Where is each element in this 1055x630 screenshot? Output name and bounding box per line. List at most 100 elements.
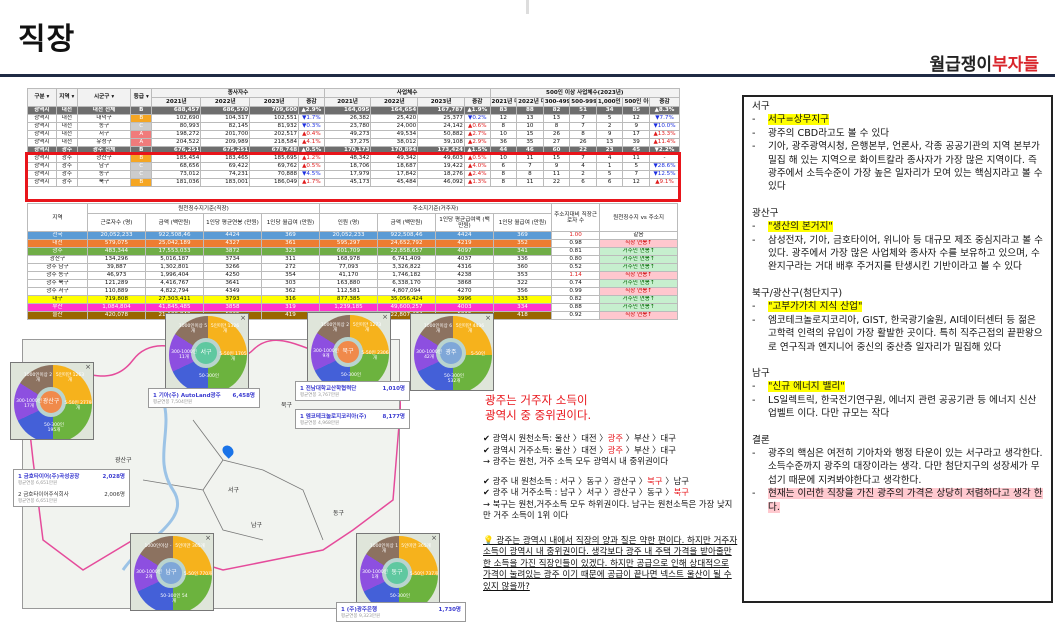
pie-segment-label: 1000인이상 6개: [423, 324, 453, 334]
window-marker: [526, 0, 529, 14]
table-row: 대전 579,075 25,042,189 4327 361 595,297 24,652,…: [27, 239, 679, 248]
company-box[interactable]: 1 금호타이어(주)곡성공장 2,028명 평균연봉 6,651만원 2 금호타이어주…: [13, 469, 130, 507]
table-cell: 26: [569, 138, 597, 147]
column-header[interactable]: 증감: [464, 97, 491, 107]
text: -: [752, 127, 756, 139]
pie-segment-label: 5-50인 2306개: [361, 351, 389, 361]
table-cell: 102,551: [249, 114, 300, 123]
column-header[interactable]: 등급 ▾: [130, 88, 153, 107]
table-cell: 대덕구: [76, 114, 132, 123]
table-cell: 15: [516, 130, 544, 139]
text: -: [752, 234, 756, 246]
table-cell: 595,297: [319, 239, 378, 248]
grade-badge: B: [130, 114, 153, 123]
table-cell: 316: [261, 295, 320, 304]
column-header[interactable]: 500-999: [569, 97, 597, 107]
table-cell: 대전: [27, 239, 88, 248]
pie-segment-label: 300-1000인 42개: [416, 350, 442, 360]
company-box[interactable]: 1 전남대학교산학협력단 1,010명 평균연봉 3,767만원: [295, 381, 410, 401]
text: -: [752, 114, 756, 126]
gwangju-highlight-box: [25, 152, 681, 202]
close-icon[interactable]: ×: [205, 534, 211, 542]
table-cell: 164,654: [370, 106, 419, 115]
close-icon[interactable]: ×: [431, 534, 437, 542]
table-cell: 3,326,822: [377, 263, 436, 272]
header-group-row: 구분 ▾ 지역 ▾ 시군구 ▾ 등급 ▾ 종사자수 사업체수 500인 이상 사업체수(20…: [27, 88, 681, 107]
column-header[interactable]: 500인 이상: [622, 97, 651, 107]
table-cell: 49,534: [370, 130, 419, 139]
table-cell: 24,000: [370, 122, 419, 131]
text: 서구: [752, 101, 770, 112]
column-header[interactable]: 2023년: [249, 97, 300, 107]
table-cell: 7: [569, 114, 597, 123]
text: -: [752, 381, 756, 393]
pie-segment-label: 5-50인: [470, 352, 486, 357]
table-cell: 36: [489, 138, 518, 147]
close-icon[interactable]: ×: [240, 314, 246, 322]
column-header[interactable]: 2021년: [151, 97, 202, 107]
table-cell: ▲2.9%: [298, 106, 325, 115]
text: -: [752, 301, 756, 313]
column-header[interactable]: 2023년: [417, 97, 465, 107]
column-header[interactable]: 2021년: [323, 97, 372, 107]
column-header: 1인당 평균급여액 (백만원): [435, 213, 494, 232]
table-cell: 6,741,409: [377, 255, 436, 264]
company-box[interactable]: 1 기아(주) AutoLand광주 6,458명 평균연봉 7,504만원: [148, 388, 260, 408]
table-cell: 35,056,424: [377, 295, 436, 304]
column-header[interactable]: 2021년 대기: [489, 97, 518, 107]
table-cell: ▼0.3%: [298, 122, 325, 131]
column-header[interactable]: 2022년: [200, 97, 251, 107]
company-box[interactable]: 1 (주)광주은행 1,730명 평균연봉 9,323만원: [336, 602, 466, 622]
table-cell: 41,170: [319, 271, 378, 280]
column-header[interactable]: 2022년: [370, 97, 419, 107]
table-cell: 24,142: [417, 122, 465, 131]
table-row: 광역시 대전 대전 전체 B 688,457 686,570 709,600 ▲2.9% 164…: [27, 106, 680, 115]
text: 〉남구: [662, 475, 690, 486]
pie-chart[interactable]: 북구 5인미만 1273개 5-50인 2306개 50-300인 300-1000인 …: [307, 312, 391, 390]
pie-chart[interactable]: 광주 5인미만 4436개 5-50인 50-300인 532개 300-1000인 4…: [410, 313, 494, 391]
table-cell: 유성구: [76, 138, 132, 147]
table-cell: 354: [261, 271, 320, 280]
column-header[interactable]: 증감: [649, 97, 680, 107]
column-header[interactable]: 2022년 대기: [516, 97, 544, 107]
pie-segment-label: 5-50인 770개: [183, 572, 213, 577]
logo-part2: 부자들: [992, 55, 1039, 75]
company-box[interactable]: 1 엠코테크놀로지코리아(주) 8,177명 평균연봉 4,968만원: [295, 409, 410, 429]
pie-segment-label: 300-1000인 17개: [16, 399, 42, 409]
pie-segment-label: 1000인이상 2개: [320, 323, 350, 333]
table-cell: 121,289: [87, 279, 146, 288]
close-icon[interactable]: ×: [382, 313, 388, 321]
table-cell: 39,108: [417, 138, 465, 147]
pie-chart[interactable]: 동구 5인미만 365개 5-50인 737개 50-300인 300-1000인 1개…: [356, 533, 440, 611]
text: ✔ 광역시 원천소득: 울산 〉대전 〉: [483, 433, 608, 443]
table-cell: 361: [261, 239, 320, 248]
column-header[interactable]: 시군구 ▾: [76, 88, 132, 107]
pie-chart[interactable]: 남구 5인미만 365개 5-50인 770개 50-300인 54개 300-1000…: [130, 533, 214, 611]
table-cell: 8: [569, 130, 597, 139]
column-header: 인원 (명): [319, 213, 378, 232]
column-header[interactable]: 1,000인 이상: [595, 97, 624, 107]
close-icon[interactable]: ×: [85, 363, 91, 371]
column-group-header: 500인 이상 사업체수(2023년): [489, 88, 681, 98]
grade-badge: A: [130, 138, 153, 147]
grade-badge: A: [130, 130, 153, 139]
pie-segment-label: 50-300인: [198, 374, 220, 379]
table-cell: 877,385: [319, 295, 378, 304]
close-icon[interactable]: ×: [485, 314, 491, 322]
company-row: 1 금호타이어(주)곡성공장 2,028명: [18, 472, 125, 480]
table-cell: 50,882: [417, 130, 465, 139]
column-header[interactable]: 증감: [298, 97, 325, 107]
pie-chart[interactable]: 광산구 5인미만 1263개 5-50인 2779개 50-300인 195개 300-…: [10, 362, 94, 440]
table-cell: 24,652,792: [377, 239, 436, 248]
column-header[interactable]: 지역 ▾: [55, 88, 78, 107]
column-header[interactable]: 300-499: [542, 97, 571, 107]
table-row: 광주 483,344 17,553,033 3872 323 601,709 22,858,…: [27, 247, 679, 256]
average-salary: 평균연봉 3,767만원: [300, 393, 340, 398]
point: → 북구는 원천,거주소득 모두 하위권이다. 남구는 원천소득은 가장 낮지만…: [483, 498, 733, 521]
pie-segment-label: 300-1000인 1개: [362, 570, 388, 580]
text: "고부가가치 지식 산업": [768, 301, 863, 313]
column-header[interactable]: 구분 ▾: [27, 88, 57, 107]
pie-segment-label: 1000인이상 -: [144, 544, 172, 549]
table-cell: 3858: [203, 303, 262, 312]
pie-chart[interactable]: 서구 5인미만 1326개 5-50인 1705개 50-300인 300-1000인 …: [165, 313, 249, 391]
